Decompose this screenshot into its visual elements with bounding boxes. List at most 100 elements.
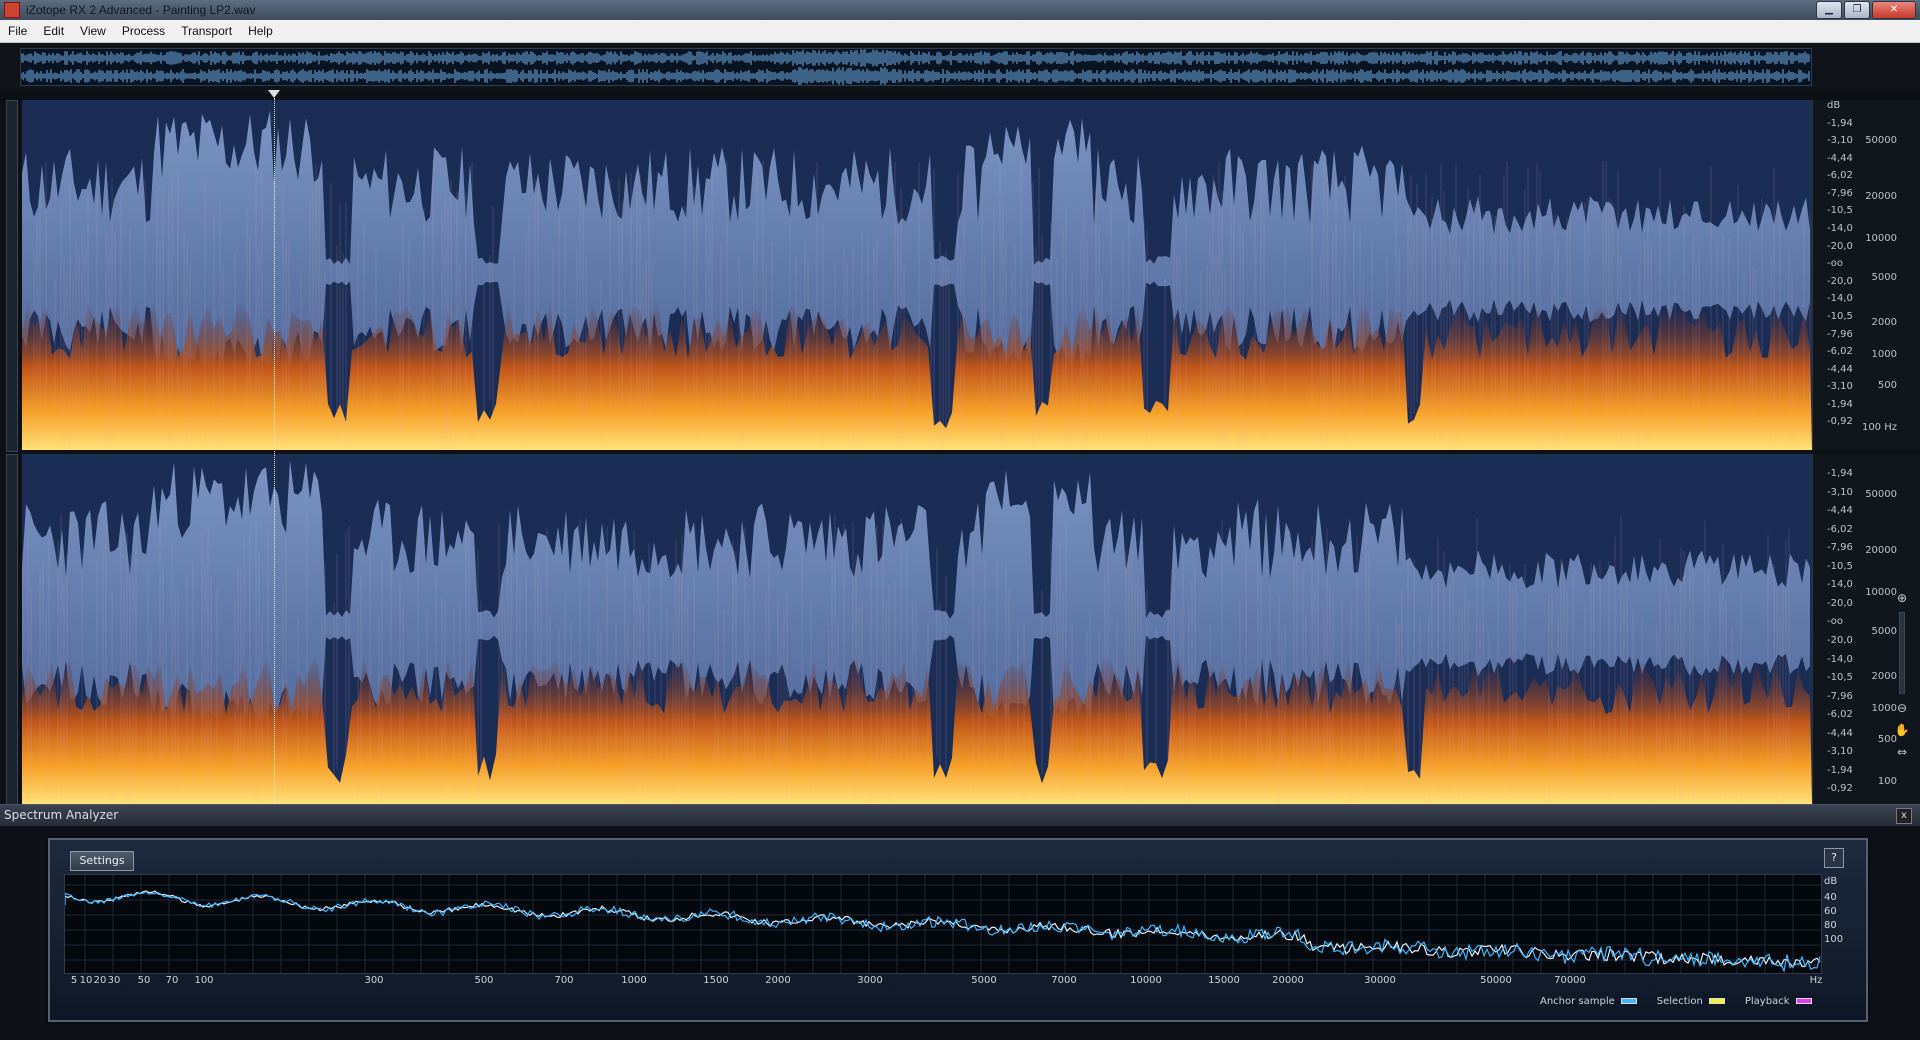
spectrum-frequency-label: Hz bbox=[1809, 975, 1823, 986]
spectrogram-left-graphic bbox=[22, 110, 1812, 450]
db-scale-label: -4,44 bbox=[1827, 363, 1853, 375]
spectrum-db-label: 80 bbox=[1824, 920, 1837, 931]
menu-bar: File Edit View Process Transport Help bbox=[0, 20, 1920, 43]
frequency-scale-label: 10000 bbox=[1865, 233, 1897, 244]
spectrum-frequency-label: 70 bbox=[165, 975, 179, 986]
db-scale-label: -6,02 bbox=[1827, 170, 1853, 182]
menu-edit[interactable]: Edit bbox=[35, 24, 72, 38]
db-scale-label: -20,0 bbox=[1827, 635, 1853, 646]
app-icon bbox=[4, 2, 20, 18]
spectrum-frequency-label: 1000 bbox=[621, 975, 647, 986]
playhead-marker-icon[interactable] bbox=[268, 90, 280, 98]
spectrum-frequency-label: 7000 bbox=[1051, 975, 1077, 986]
db-scale-label: -oo bbox=[1827, 616, 1844, 628]
menu-transport[interactable]: Transport bbox=[173, 24, 240, 38]
db-scale-label: -14,0 bbox=[1827, 223, 1853, 235]
db-scale-label: -7,96 bbox=[1827, 187, 1853, 199]
amplitude-frequency-scale-left: dB -1,94 -3,10 -4,44 -6,02 -7,96 -10,5 -14,0 -20… bbox=[1812, 100, 1920, 450]
menu-file[interactable]: File bbox=[0, 24, 35, 38]
spectrogram-channel-left[interactable] bbox=[22, 100, 1812, 450]
spectrum-frequency-label: 3000 bbox=[857, 975, 883, 986]
spectrum-grid bbox=[65, 875, 1821, 973]
db-scale-label: dB bbox=[1827, 100, 1841, 111]
window-titlebar: iZotope RX 2 Advanced - Painting LP2.wav… bbox=[0, 0, 1920, 20]
spectrum-frequency-label: 30000 bbox=[1364, 975, 1396, 986]
minimize-icon[interactable]: ▁ bbox=[1816, 1, 1842, 19]
legend-swatch bbox=[1795, 998, 1812, 1004]
db-scale-label: -7,96 bbox=[1827, 690, 1853, 702]
frequency-scale-label: 20000 bbox=[1865, 545, 1897, 556]
spectrum-frequency-label: 5 bbox=[70, 975, 78, 986]
zoom-slider[interactable] bbox=[1899, 612, 1905, 694]
channel-handle-right[interactable] bbox=[6, 454, 18, 806]
legend-item: Playback bbox=[1745, 996, 1812, 1007]
help-button[interactable]: ? bbox=[1824, 848, 1844, 868]
spectrum-analyzer-titlebar: Spectrum Analyzer x bbox=[0, 804, 1920, 827]
frequency-scale-label: 1000 bbox=[1871, 348, 1897, 360]
hand-tool-icon[interactable]: ✋ bbox=[1894, 722, 1910, 738]
db-scale-label: -7,96 bbox=[1827, 328, 1853, 340]
db-scale-label: -1,94 bbox=[1827, 764, 1853, 776]
zoom-controls: ⊕ ⊖ ✋ ⇔ bbox=[1890, 590, 1914, 780]
zoom-out-icon[interactable]: ⊖ bbox=[1894, 700, 1910, 716]
zoom-in-icon[interactable]: ⊕ bbox=[1894, 590, 1910, 606]
frequency-scale-label: 5000 bbox=[1871, 271, 1897, 283]
db-scale-label: -3,10 bbox=[1827, 486, 1853, 498]
frequency-scale-label: 50000 bbox=[1865, 489, 1897, 500]
window-controls: ▁ ❐ ✕ bbox=[1816, 1, 1916, 19]
spectrum-analyzer-title: Spectrum Analyzer bbox=[4, 808, 119, 822]
overview-waveform-graphic bbox=[21, 49, 1810, 85]
frequency-scale-label: 500 bbox=[1877, 380, 1897, 391]
db-scale-label: -1,94 bbox=[1827, 117, 1853, 129]
frequency-scale-label: 20000 bbox=[1865, 191, 1897, 202]
settings-button[interactable]: Settings bbox=[70, 851, 134, 871]
close-icon[interactable]: ✕ bbox=[1872, 1, 1916, 19]
zoom-fit-icon[interactable]: ⇔ bbox=[1894, 744, 1910, 760]
db-scale-label: -6,02 bbox=[1827, 346, 1853, 358]
db-scale-label: -3,10 bbox=[1827, 381, 1853, 393]
spectrum-frequency-label: 50000 bbox=[1480, 975, 1512, 986]
legend-swatch bbox=[1620, 998, 1637, 1004]
db-scale-label: -14,0 bbox=[1827, 579, 1853, 591]
overview-channel-1 bbox=[21, 67, 1810, 85]
spectrum-frequency-label: 10 bbox=[79, 975, 93, 986]
db-scale-label: -3,10 bbox=[1827, 135, 1853, 147]
spectrum-frequency-label: 700 bbox=[554, 975, 574, 986]
db-scale-label: -0,92 bbox=[1827, 416, 1853, 428]
db-scale-label: -1,94 bbox=[1827, 468, 1853, 479]
db-scale-label: -4,44 bbox=[1827, 505, 1853, 517]
db-scale-label: -10,5 bbox=[1827, 560, 1853, 572]
menu-view[interactable]: View bbox=[72, 24, 114, 38]
db-scale-label: -14,0 bbox=[1827, 293, 1853, 305]
legend-label: Playback bbox=[1744, 995, 1790, 1007]
spectrum-graph[interactable] bbox=[64, 874, 1822, 974]
overview-waveform[interactable] bbox=[20, 48, 1812, 86]
menu-process[interactable]: Process bbox=[114, 24, 173, 38]
spectrum-frequency-label: 50 bbox=[137, 975, 151, 986]
maximize-icon[interactable]: ❐ bbox=[1844, 1, 1870, 19]
spectrum-db-label: 60 bbox=[1824, 906, 1837, 917]
legend-item: Selection bbox=[1657, 996, 1725, 1007]
db-scale-label: -10,5 bbox=[1827, 672, 1853, 684]
spectrum-curve-selection bbox=[65, 890, 1821, 969]
spectrum-db-label: 100 bbox=[1824, 934, 1844, 945]
overview-channel-0 bbox=[21, 49, 1810, 67]
menu-help[interactable]: Help bbox=[240, 24, 281, 38]
spectrogram-channel-right[interactable] bbox=[22, 454, 1812, 804]
channel-handle-left[interactable] bbox=[6, 100, 18, 452]
window-title: iZotope RX 2 Advanced - Painting LP2.wav bbox=[26, 3, 256, 17]
spectrum-db-scale: dB 40 60 80 100 bbox=[1822, 874, 1862, 972]
db-scale-label: -6,02 bbox=[1827, 709, 1853, 721]
spectrum-frequency-label: 500 bbox=[474, 975, 494, 986]
close-icon[interactable]: x bbox=[1896, 808, 1912, 824]
db-scale-label: -6,02 bbox=[1827, 523, 1853, 535]
db-scale-label: -10,5 bbox=[1827, 205, 1853, 217]
spectrum-frequency-label: 2000 bbox=[765, 975, 791, 986]
spectrum-frequency-label: 70000 bbox=[1554, 975, 1586, 986]
spectrum-frequency-label: 20000 bbox=[1272, 975, 1304, 986]
spectrum-frequency-label: 300 bbox=[364, 975, 384, 986]
spectrogram-view[interactable]: dB -1,94 -3,10 -4,44 -6,02 -7,96 -10,5 -14,0 -20… bbox=[0, 90, 1920, 806]
legend-label: Anchor sample bbox=[1540, 995, 1615, 1007]
playhead-cursor bbox=[274, 98, 275, 804]
frequency-scale-label: 50000 bbox=[1865, 135, 1897, 146]
